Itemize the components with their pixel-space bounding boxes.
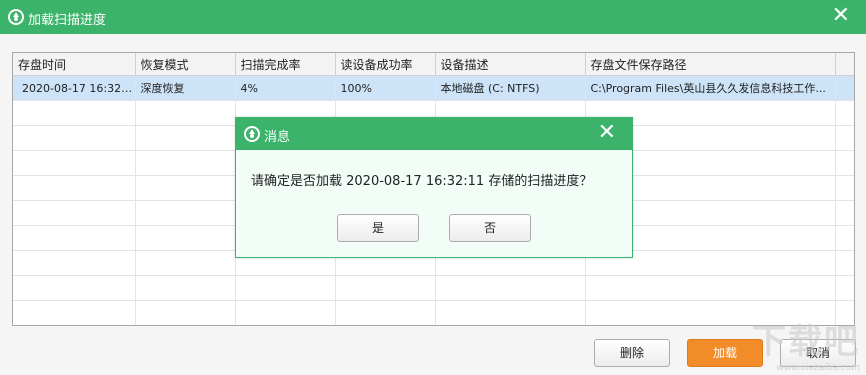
column-header[interactable]: 设备描述 bbox=[435, 53, 586, 76]
window-title: 加载扫描进度 bbox=[28, 13, 107, 28]
table-cell bbox=[835, 75, 854, 101]
column-header[interactable]: 存盘时间 bbox=[13, 53, 136, 76]
watermark-logo: 下载吧 bbox=[752, 322, 860, 362]
dialog-close-icon[interactable]: ✕ bbox=[598, 122, 616, 144]
dialog-message: 请确定是否加载 2020-08-17 16:32:11 存储的扫描进度？ bbox=[251, 174, 593, 189]
table-cell: C:\Program Files\英山县久久发信息科技工作... bbox=[585, 75, 836, 101]
table-row-empty bbox=[13, 275, 854, 301]
table-cell: 深度恢复 bbox=[135, 75, 236, 101]
confirm-dialog: 消息 ✕ 请确定是否加载 2020-08-17 16:32:11 存储的扫描进度… bbox=[235, 117, 633, 258]
table-header-row: 存盘时间 恢复模式 扫描完成率 读设备成功率 设备描述 存盘文件保存路径 bbox=[13, 53, 854, 76]
watermark-url: www.xiazaiba.com bbox=[776, 363, 860, 373]
window-close-icon[interactable]: ✕ bbox=[832, 5, 850, 27]
column-header[interactable]: 存盘文件保存路径 bbox=[585, 53, 836, 76]
window-titlebar: 加载扫描进度 ✕ bbox=[0, 0, 866, 34]
table-row-empty bbox=[13, 300, 854, 325]
table-cell: 4% bbox=[235, 75, 336, 101]
table-cell: 2020-08-17 16:32:11 bbox=[13, 75, 136, 101]
column-header[interactable]: 恢复模式 bbox=[135, 53, 236, 76]
no-button[interactable]: 否 bbox=[449, 214, 531, 242]
column-header[interactable]: 扫描完成率 bbox=[235, 53, 336, 76]
column-header[interactable]: 读设备成功率 bbox=[335, 53, 436, 76]
dialog-title: 消息 bbox=[264, 130, 291, 145]
column-header-filler bbox=[835, 53, 854, 76]
yes-button[interactable]: 是 bbox=[337, 214, 419, 242]
dialog-titlebar: 消息 ✕ bbox=[236, 118, 632, 150]
app-logo-icon bbox=[8, 9, 24, 25]
table-row[interactable]: 2020-08-17 16:32:11 深度恢复 4% 100% 本地磁盘 (C… bbox=[13, 75, 854, 101]
delete-button[interactable]: 删除 bbox=[594, 339, 670, 367]
table-cell: 100% bbox=[335, 75, 436, 101]
site-watermark: 下载吧 www.xiazaiba.com bbox=[752, 314, 860, 373]
table-cell: 本地磁盘 (C: NTFS) bbox=[435, 75, 586, 101]
app-logo-icon bbox=[244, 126, 260, 142]
